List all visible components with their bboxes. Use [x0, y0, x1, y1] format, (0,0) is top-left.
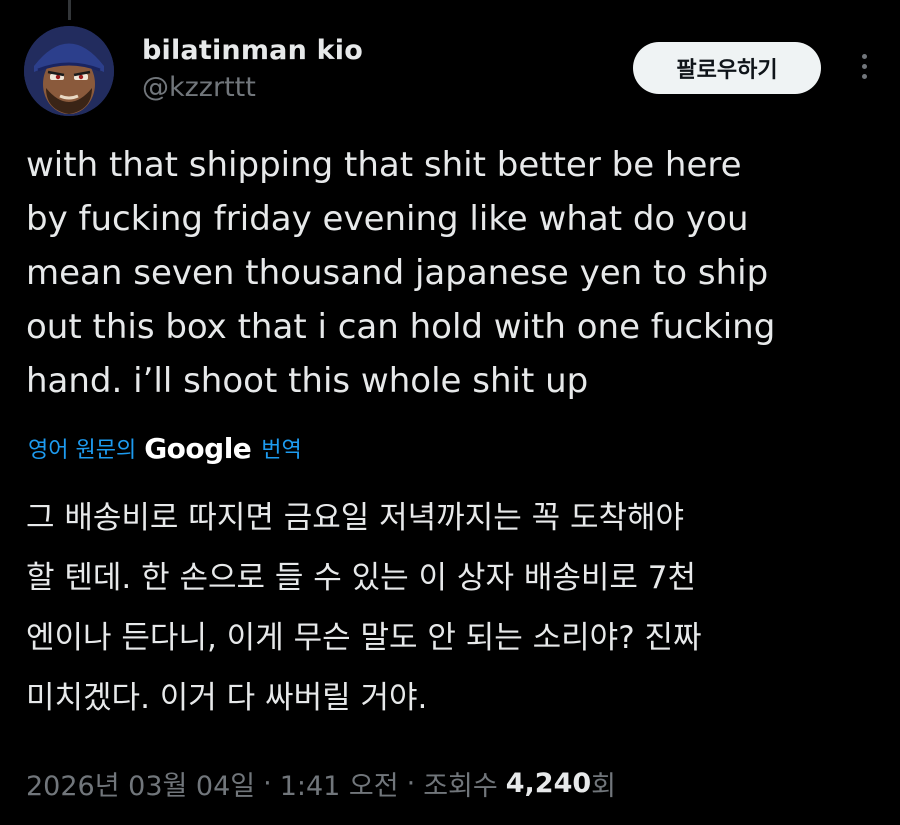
thread-connector-line [68, 0, 71, 20]
tweet-header: bilatinman kio @kzzrttt 팔로우하기 [24, 26, 876, 116]
views-count[interactable]: 4,240 [506, 768, 591, 799]
translation-source-link[interactable]: 영어 원문의 [28, 432, 136, 464]
author-display-name[interactable]: bilatinman kio [142, 34, 363, 68]
translated-text-line: 그 배송비로 따지면 금요일 저녁까지는 꼭 도착해야 [26, 500, 685, 536]
translated-text-line: 엔이나 든다니, 이게 무슨 말도 안 되는 소리야? 진짜 [26, 620, 702, 656]
tweet-text-line: hand. i’ll shoot this whole shit up [26, 361, 589, 401]
author-names: bilatinman kio @kzzrttt [142, 34, 363, 106]
follow-button[interactable]: 팔로우하기 [633, 42, 821, 94]
views-label: 조회수 [423, 770, 498, 802]
avatar[interactable] [24, 26, 114, 116]
translation-link[interactable]: 번역 [261, 432, 301, 464]
tweet-meta: 2026년 03월 04일 · 1:41 오전 · 조회수 4,240 회 [26, 758, 616, 808]
views-suffix: 회 [591, 770, 616, 802]
more-vertical-icon[interactable] [852, 46, 876, 86]
tweet-text-line: out this box that i can hold with one fu… [26, 307, 776, 347]
meta-separator: · [406, 767, 416, 799]
tweet-date[interactable]: 2026년 03월 04일 [26, 764, 255, 803]
translated-text-line: 미치겠다. 이거 다 싸버릴 거야. [26, 680, 428, 716]
tweet-text-line: with that shipping that shit better be h… [26, 145, 742, 185]
meta-separator: · [263, 767, 272, 799]
tweet-time[interactable]: 1:41 오전 [280, 764, 399, 803]
more-dot-icon [861, 73, 867, 79]
translation-attribution: 영어 원문의 Google 번역 [28, 428, 302, 468]
google-logo: Google [144, 431, 252, 465]
tweet-text-line: mean seven thousand japanese yen to ship [26, 253, 769, 293]
translated-text: 그 배송비로 따지면 금요일 저녁까지는 꼭 도착해야 할 텐데. 한 손으로 … [26, 488, 876, 728]
translated-text-line: 할 텐데. 한 손으로 들 수 있는 이 상자 배송비로 7천 [26, 560, 696, 596]
author-handle[interactable]: @kzzrttt [142, 70, 363, 106]
tweet-text: with that shipping that shit better be h… [26, 138, 876, 408]
more-dot-icon [861, 63, 867, 69]
tweet-text-line: by fucking friday evening like what do y… [26, 199, 749, 239]
more-dot-icon [861, 53, 867, 59]
